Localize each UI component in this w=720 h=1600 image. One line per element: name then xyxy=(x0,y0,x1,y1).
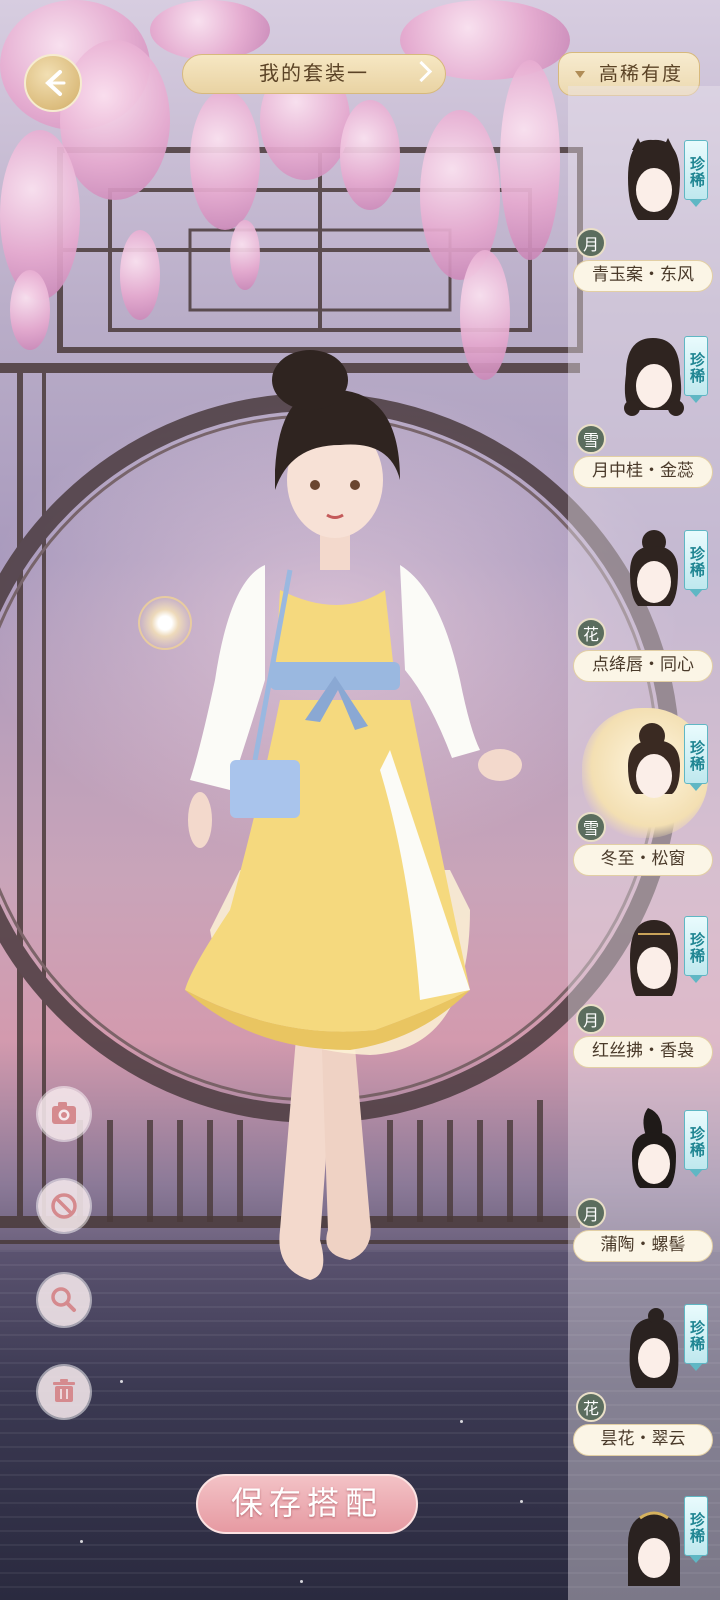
sparkle xyxy=(460,1420,463,1423)
hair-item-panel[interactable]: 珍稀 月 青玉案・东风 珍稀 雪 月中桂・金蕊 珍稀 花 点绛唇・同心 珍稀 雪… xyxy=(568,86,720,1600)
rarity-badge: 珍稀 xyxy=(684,140,708,207)
hair-item[interactable]: 珍稀 花 点绛唇・同心 xyxy=(568,506,720,702)
hair-item-name: 蒲陶・螺髻 xyxy=(573,1230,713,1262)
hair-item[interactable]: 珍稀 月 蒲陶・螺髻 xyxy=(568,1086,720,1282)
hair-item[interactable]: 珍稀 雪 月中桂・金蕊 xyxy=(568,312,720,508)
rarity-badge: 珍稀 xyxy=(684,724,708,791)
season-badge: 月 xyxy=(576,228,606,258)
sparkle xyxy=(300,1580,303,1583)
reset-button[interactable] xyxy=(38,1180,90,1232)
season-badge: 花 xyxy=(576,1392,606,1422)
outfit-title-text: 我的套装一 xyxy=(259,61,369,85)
hair-item[interactable]: 珍稀 xyxy=(568,1472,720,1600)
rarity-badge: 珍稀 xyxy=(684,916,708,983)
chevron-right-icon xyxy=(410,60,433,83)
season-badge: 花 xyxy=(576,618,606,648)
hair-item-name: 昙花・翠云 xyxy=(573,1424,713,1456)
hairstyle-thumbnail xyxy=(618,1302,688,1394)
hair-item[interactable]: 珍稀 月 红丝拂・香袅 xyxy=(568,892,720,1088)
back-button[interactable] xyxy=(24,54,82,112)
season-badge: 雪 xyxy=(576,812,606,842)
camera-icon xyxy=(52,1102,76,1124)
rarity-badge: 珍稀 xyxy=(684,530,708,597)
hairstyle-thumbnail xyxy=(618,914,688,1006)
hairstyle-thumbnail xyxy=(618,528,688,620)
camera-button[interactable] xyxy=(38,1088,90,1140)
season-badge: 雪 xyxy=(576,424,606,454)
hair-item-name: 点绛唇・同心 xyxy=(573,650,713,682)
hairstyle-thumbnail xyxy=(618,334,688,426)
save-outfit-button[interactable]: 保存搭配 xyxy=(196,1474,418,1534)
hair-item-name: 冬至・松窗 xyxy=(573,844,713,876)
zoom-button[interactable] xyxy=(38,1274,90,1326)
hairstyle-thumbnail xyxy=(618,1494,688,1586)
hair-item-name: 青玉案・东风 xyxy=(573,260,713,292)
delete-button[interactable] xyxy=(38,1366,90,1418)
character-figure xyxy=(185,350,522,1280)
rarity-badge: 珍稀 xyxy=(684,1496,708,1563)
dropdown-triangle-icon xyxy=(575,71,585,78)
hairstyle-thumbnail xyxy=(618,1108,688,1200)
zoom-icon xyxy=(51,1287,76,1312)
rarity-badge: 珍稀 xyxy=(684,336,708,403)
season-badge: 月 xyxy=(576,1004,606,1034)
outfit-selector[interactable]: 我的套装一 xyxy=(182,54,446,94)
reset-icon xyxy=(51,1193,77,1219)
hair-item[interactable]: 珍稀 花 昙花・翠云 xyxy=(568,1280,720,1476)
sparkle xyxy=(520,1500,523,1503)
rarity-badge: 珍稀 xyxy=(684,1110,708,1177)
season-badge: 月 xyxy=(576,1198,606,1228)
hair-item-name: 月中桂・金蕊 xyxy=(573,456,713,488)
back-arrow-icon xyxy=(45,70,66,96)
rarity-badge: 珍稀 xyxy=(684,1304,708,1371)
hair-item-name: 红丝拂・香袅 xyxy=(573,1036,713,1068)
hair-item-selected[interactable]: 珍稀 雪 冬至・松窗 xyxy=(568,700,720,896)
sparkle xyxy=(120,1380,123,1383)
sort-label: 高稀有度 xyxy=(599,63,684,85)
hairstyle-thumbnail xyxy=(618,138,688,230)
hair-item[interactable]: 珍稀 月 青玉案・东风 xyxy=(568,116,720,312)
hairstyle-thumbnail xyxy=(618,722,688,814)
trash-icon xyxy=(53,1379,75,1402)
sparkle xyxy=(80,1540,83,1543)
